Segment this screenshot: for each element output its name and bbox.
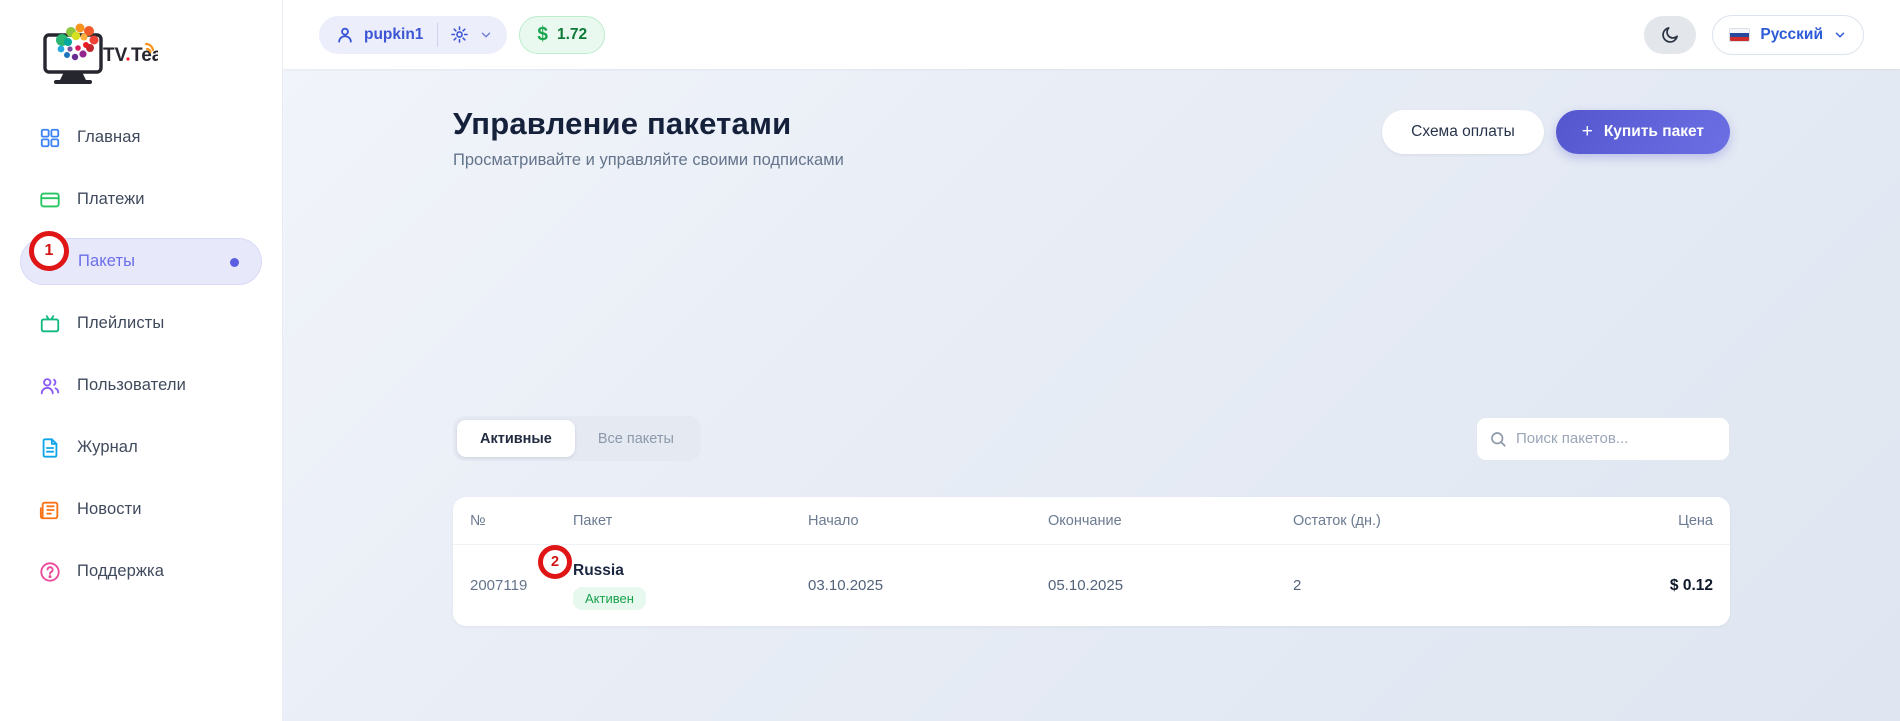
- content: Управление пакетами Просматривайте и упр…: [283, 69, 1900, 721]
- russian-flag-icon: [1729, 28, 1750, 42]
- package-name: Russia: [573, 562, 808, 580]
- column-header-days-left: Остаток (дн.): [1293, 513, 1543, 529]
- buy-package-label: Купить пакет: [1604, 123, 1704, 141]
- newspaper-icon: [38, 498, 62, 522]
- annotation-circle-1: 1: [29, 231, 69, 271]
- user-account-chip[interactable]: pupkin1: [319, 16, 507, 54]
- logo-wordmark: TV: [103, 45, 128, 66]
- brand-logo: TV Team: [40, 18, 282, 92]
- user-icon: [335, 25, 355, 45]
- cell-price: $ 0.12: [1543, 577, 1713, 595]
- credit-card-icon: [38, 188, 62, 212]
- sidebar: TV Team Главная Пла: [0, 0, 283, 721]
- balance-chip[interactable]: $ 1.72: [519, 16, 605, 54]
- table-row[interactable]: 2007119 Russia Активен 03.10.2025 05.10.…: [453, 545, 1730, 626]
- sidebar-item-payments[interactable]: Платежи: [20, 176, 262, 223]
- sidebar-item-label: Поддержка: [77, 562, 164, 581]
- sidebar-item-support[interactable]: Поддержка: [20, 548, 262, 595]
- logo-dots: [56, 24, 99, 61]
- sidebar-item-label: Платежи: [77, 190, 145, 209]
- buy-package-button[interactable]: + Купить пакет: [1556, 110, 1730, 154]
- active-indicator-dot: [230, 258, 239, 267]
- sidebar-item-label: Пакеты: [78, 252, 135, 271]
- page-title: Управление пакетами: [453, 106, 844, 142]
- sidebar-nav: Главная Платежи Пакеты Плейлисты: [0, 114, 282, 595]
- sidebar-item-playlists[interactable]: Плейлисты: [20, 300, 262, 347]
- column-header-end: Окончание: [1048, 513, 1293, 529]
- header-actions: Схема оплаты + Купить пакет: [1382, 110, 1730, 154]
- column-header-start: Начало: [808, 513, 1048, 529]
- sidebar-item-label: Новости: [77, 500, 142, 519]
- chip-divider: [437, 23, 438, 47]
- cell-end-date: 05.10.2025: [1048, 577, 1293, 594]
- language-selector[interactable]: Русский: [1712, 15, 1864, 55]
- balance-value: 1.72: [557, 26, 587, 44]
- plus-icon: +: [1582, 121, 1593, 143]
- language-label: Русский: [1760, 26, 1823, 44]
- sidebar-item-journal[interactable]: Журнал: [20, 424, 262, 471]
- tab-active-packages[interactable]: Активные: [457, 420, 575, 457]
- column-header-package: Пакет: [573, 513, 808, 529]
- packages-table: № Пакет Начало Окончание Остаток (дн.) Ц…: [453, 497, 1730, 626]
- tv-icon: [38, 312, 62, 336]
- table-header-row: № Пакет Начало Окончание Остаток (дн.) Ц…: [453, 497, 1730, 545]
- search-icon: [1489, 430, 1507, 448]
- svg-text:Team: Team: [131, 45, 158, 66]
- sidebar-item-label: Журнал: [77, 438, 138, 457]
- cell-start-date: 03.10.2025: [808, 577, 1048, 594]
- users-icon: [38, 374, 62, 398]
- tabs-group: Активные Все пакеты: [453, 416, 701, 461]
- sidebar-item-news[interactable]: Новости: [20, 486, 262, 533]
- moon-icon: [1660, 25, 1680, 45]
- column-header-number: №: [470, 513, 573, 529]
- settings-gear-icon[interactable]: [450, 25, 469, 44]
- document-icon: [38, 436, 62, 460]
- username-label: pupkin1: [364, 26, 423, 44]
- tab-all-packages[interactable]: Все пакеты: [575, 420, 697, 457]
- search-box: [1476, 417, 1730, 461]
- cell-package: Russia Активен: [573, 562, 808, 610]
- column-header-price: Цена: [1543, 513, 1713, 529]
- sidebar-item-home[interactable]: Главная: [20, 114, 262, 161]
- topbar: pupkin1 $ 1.72: [283, 0, 1900, 69]
- sidebar-item-users[interactable]: Пользователи: [20, 362, 262, 409]
- dashboard-icon: [38, 126, 62, 150]
- sidebar-item-label: Главная: [77, 128, 141, 147]
- search-input[interactable]: [1516, 430, 1717, 447]
- cell-days-left: 2: [1293, 577, 1543, 594]
- annotation-circle-2: 2: [538, 545, 572, 579]
- theme-toggle-button[interactable]: [1644, 16, 1696, 54]
- tv-team-logo-icon: TV Team: [40, 18, 158, 90]
- chevron-down-icon: [1833, 28, 1847, 42]
- page-subtitle: Просматривайте и управляйте своими подпи…: [453, 151, 844, 170]
- topbar-right: Русский: [1644, 15, 1864, 55]
- cell-number: 2007119: [470, 577, 573, 594]
- sidebar-item-label: Плейлисты: [77, 314, 164, 333]
- table-toolbar: Активные Все пакеты: [453, 416, 1730, 461]
- payment-scheme-button[interactable]: Схема оплаты: [1382, 110, 1544, 154]
- app-window: TV Team Главная Пла: [0, 0, 1900, 721]
- help-circle-icon: [38, 560, 62, 584]
- main-area: pupkin1 $ 1.72: [283, 0, 1900, 721]
- status-badge: Активен: [573, 587, 646, 610]
- sidebar-item-label: Пользователи: [77, 376, 186, 395]
- chevron-down-icon[interactable]: [479, 28, 493, 42]
- dollar-icon: $: [537, 24, 548, 46]
- page-header: Управление пакетами Просматривайте и упр…: [453, 106, 1730, 170]
